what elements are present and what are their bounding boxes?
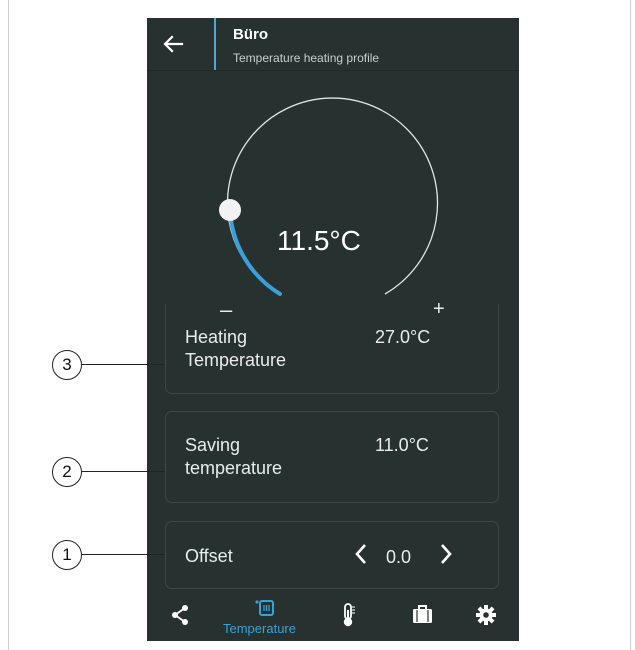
- offset-card: Offset 0.0: [165, 521, 499, 589]
- heating-temperature-value: 27.0°C: [375, 327, 431, 347]
- dial-graphic: [219, 97, 439, 296]
- saving-label-line1: Saving: [185, 435, 241, 455]
- callout-1: 1: [52, 540, 82, 570]
- saving-temperature-card[interactable]: Saving temperature 11.0°C: [165, 411, 499, 503]
- dial-track: [226, 97, 439, 295]
- temperature-icon: [255, 600, 274, 616]
- offset-value: 0.0: [386, 547, 412, 567]
- callout-1-line: [82, 554, 165, 556]
- offset-label: Offset: [185, 546, 233, 566]
- heating-label-line2: Temperature: [185, 350, 287, 370]
- share-icon: [172, 605, 188, 625]
- saving-temperature-value: 11.0°C: [375, 435, 429, 455]
- dial-temperature-value: 11.5°C: [277, 225, 361, 256]
- callout-3-line: [82, 364, 165, 366]
- dial-handle: [219, 199, 241, 221]
- chevron-right-icon[interactable]: [437, 542, 455, 566]
- nav-settings[interactable]: [467, 594, 507, 641]
- heating-label-line1: Heating: [185, 327, 248, 347]
- heating-temperature-card[interactable]: Heating Temperature 27.0°C: [165, 304, 499, 394]
- nav-temperature[interactable]: Temperature: [219, 594, 319, 641]
- page-title: Büro: [233, 26, 268, 43]
- thermometer-icon: [343, 603, 355, 627]
- temperature-dial[interactable]: 11.5°C – +: [147, 70, 519, 322]
- chevron-left-icon[interactable]: [352, 542, 370, 566]
- nav-thermometer[interactable]: [329, 594, 369, 641]
- callout-2-line: [82, 471, 165, 473]
- gear-icon: [476, 605, 496, 625]
- page-subtitle: Temperature heating profile: [233, 51, 380, 65]
- nav-share[interactable]: [165, 594, 199, 641]
- back-arrow-icon[interactable]: [161, 32, 185, 56]
- callout-3: 3: [52, 350, 82, 380]
- nav-briefcase[interactable]: [403, 594, 443, 641]
- bottom-navigation: Temperature: [147, 594, 519, 641]
- briefcase-icon: [413, 605, 432, 623]
- saving-label-line2: temperature: [185, 458, 283, 478]
- app-screen: Büro Temperature heating profile 11.5°C …: [147, 18, 519, 641]
- app-bar: Büro Temperature heating profile: [147, 18, 519, 71]
- app-bar-divider: [214, 18, 216, 70]
- dial-progress: [228, 208, 282, 296]
- callout-2: 2: [52, 457, 82, 487]
- nav-temperature-label: Temperature: [223, 621, 296, 636]
